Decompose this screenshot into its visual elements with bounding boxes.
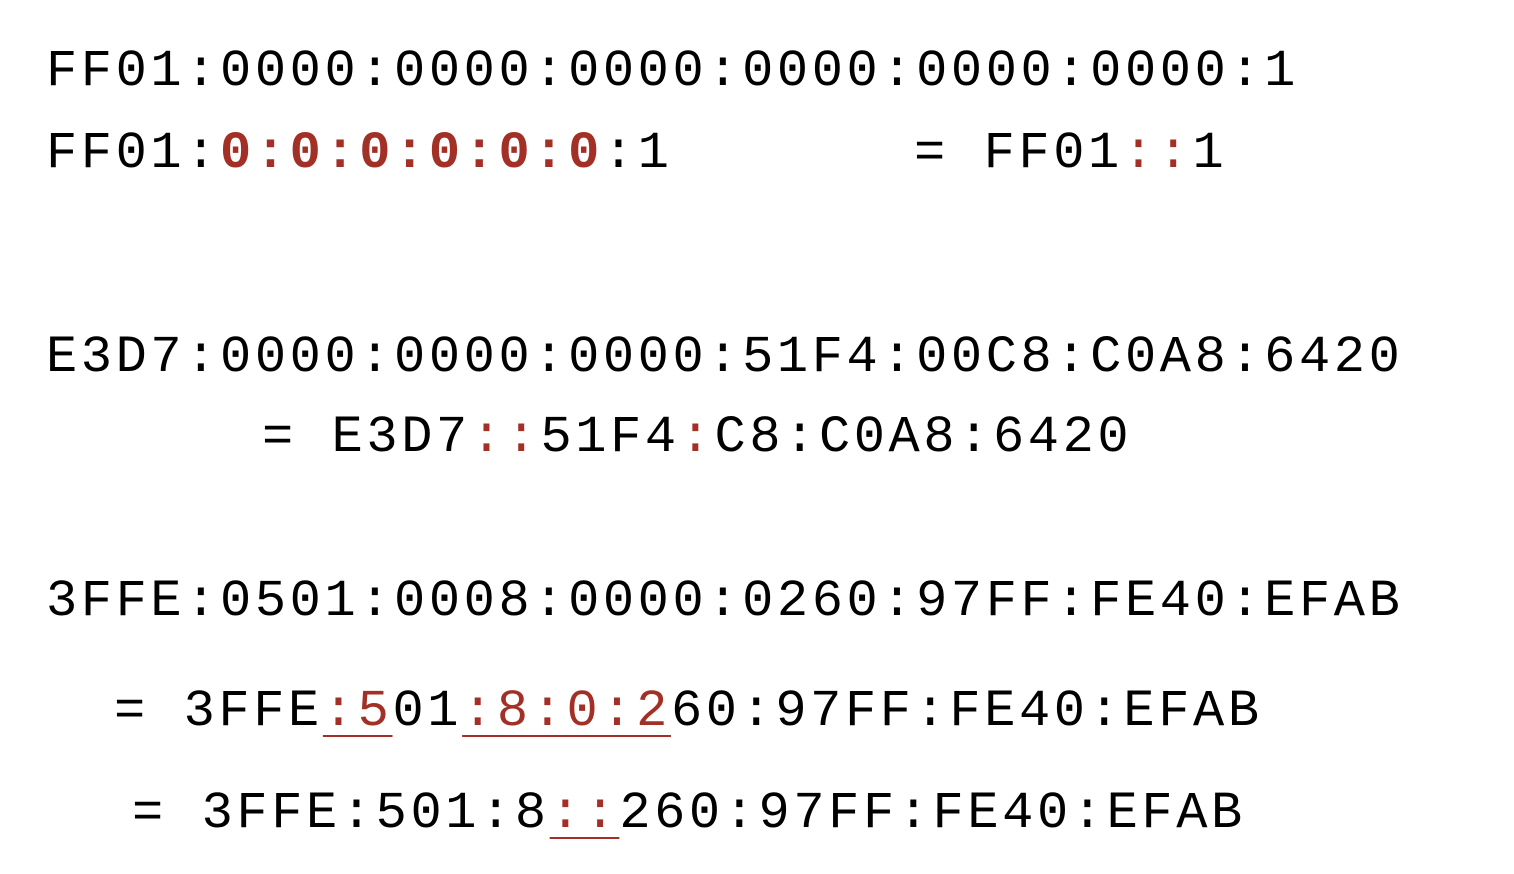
ex3-step1-a: 3FFE xyxy=(183,682,323,741)
ex3-step1-highlight-2: :8:0:2 xyxy=(462,682,671,741)
ex3-step1: = 3FFE:501:8:0:260:97FF:FE40:EFAB xyxy=(114,686,1263,738)
ex3-step2-double-colon: :: xyxy=(549,784,620,843)
ex1-prefix: FF01: xyxy=(46,124,221,183)
ex2-a: E3D7 xyxy=(331,408,471,467)
ex3-step2-b: 260:97FF:FE40:EFAB xyxy=(619,784,1246,843)
ex2-double-colon: :: xyxy=(470,408,541,467)
ex3-full-address: 3FFE:0501:0008:0000:0260:97FF:FE40:EFAB xyxy=(46,572,1404,631)
ex2-equals: = xyxy=(262,408,297,467)
ex3-step2-equals: = xyxy=(132,784,167,843)
ex3-step2: = 3FFE:501:8::260:97FF:FE40:EFAB xyxy=(132,788,1246,840)
ex3-step1-c: 60:97FF:FE40:EFAB xyxy=(670,682,1263,741)
ex1-double-colon: :: xyxy=(1122,124,1193,183)
ex2-colon: : xyxy=(679,408,715,467)
ex3-step1-b: 01 xyxy=(392,682,463,741)
ex3-step2-a: 3FFE:501:8 xyxy=(201,784,550,843)
ex1-short-b: 1 xyxy=(1192,124,1228,183)
ex1-suffix: :1 xyxy=(602,124,673,183)
ex3-step1-equals: = xyxy=(114,682,149,741)
ex2-compressed: = E3D7::51F4:C8:C0A8:6420 xyxy=(262,412,1132,464)
ex1-equals: = xyxy=(914,124,949,183)
ex3-step1-highlight-1: :5 xyxy=(322,682,393,741)
ex2-full-address: E3D7:0000:0000:0000:51F4:00C8:C0A8:6420 xyxy=(46,328,1404,387)
ex1-compressed-steps: FF01:0:0:0:0:0:0:1 xyxy=(46,128,673,180)
ex1-zero-groups: 0:0:0:0:0:0 xyxy=(220,124,603,183)
ex2-c: C8:C0A8:6420 xyxy=(714,408,1133,467)
ex1-shortest-form: = FF01::1 xyxy=(914,128,1227,180)
ex2-b: 51F4 xyxy=(540,408,680,467)
ex1-short-a: FF01 xyxy=(983,124,1123,183)
ex1-full-address: FF01:0000:0000:0000:0000:0000:0000:1 xyxy=(46,42,1299,101)
